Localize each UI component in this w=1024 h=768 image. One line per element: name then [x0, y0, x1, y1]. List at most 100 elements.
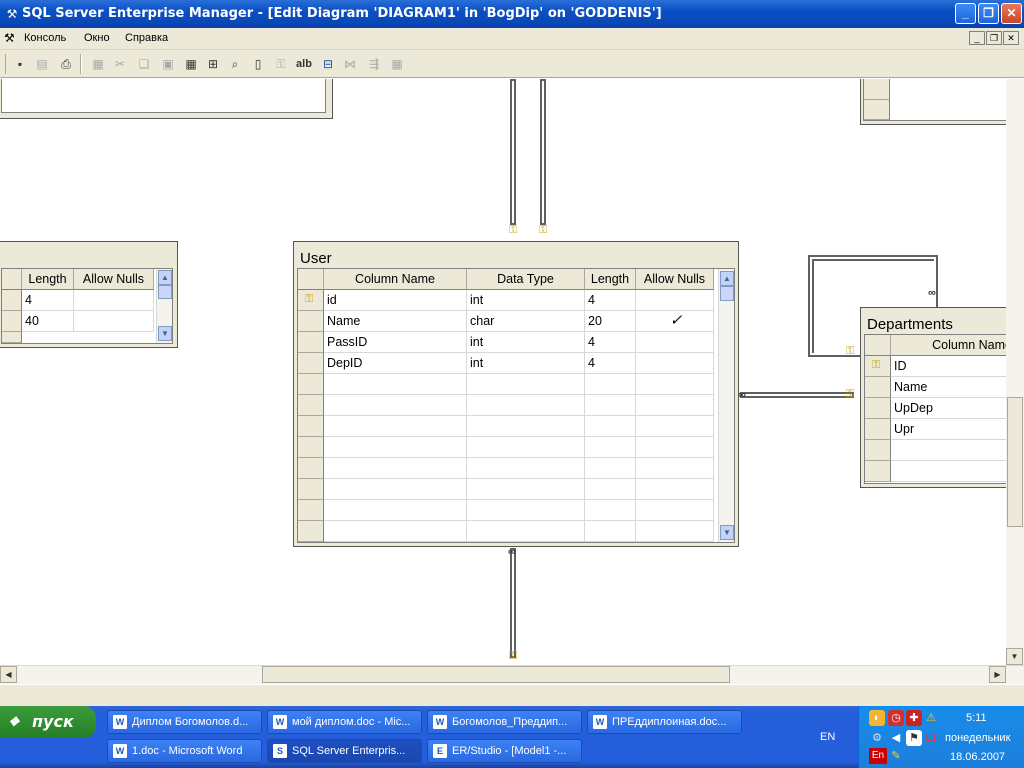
grid-cell[interactable]: [324, 458, 467, 479]
grid-cell[interactable]: [324, 500, 467, 521]
grid-cell[interactable]: [585, 416, 636, 437]
scroll-up-icon[interactable]: ▲: [720, 271, 734, 286]
mdi-restore-button[interactable]: ❐: [986, 31, 1002, 45]
text-annotation-icon[interactable]: alb: [294, 54, 314, 74]
row-selector[interactable]: [865, 440, 891, 461]
row-selector[interactable]: [298, 311, 324, 332]
row-selector[interactable]: [298, 374, 324, 395]
row-selector[interactable]: [865, 419, 891, 440]
menu-help[interactable]: Справка: [125, 32, 168, 44]
row-selector[interactable]: [865, 398, 891, 419]
grid-cell[interactable]: ID: [891, 356, 1006, 377]
top-left-table[interactable]: [0, 79, 333, 119]
grid-cell[interactable]: [585, 395, 636, 416]
grid-cell[interactable]: ✓: [636, 311, 714, 332]
grid-cell[interactable]: [467, 500, 585, 521]
scroll-down-icon[interactable]: ▼: [1006, 648, 1023, 665]
taskbar-button[interactable]: W ПРЕддиплоиная.doc...: [587, 710, 742, 734]
grid-cell[interactable]: [636, 521, 714, 542]
top-right-table[interactable]: [860, 79, 1006, 125]
warning-tray-icon[interactable]: ⚠: [923, 710, 939, 726]
layout-icon[interactable]: ⇶: [364, 54, 384, 74]
primary-key-icon[interactable]: ⚿: [271, 54, 291, 74]
row-selector[interactable]: [298, 521, 324, 542]
taskbar-button[interactable]: W Богомолов_Преддип...: [427, 710, 582, 734]
grid-cell[interactable]: 4: [585, 332, 636, 353]
mdi-close-button[interactable]: ✕: [1003, 31, 1019, 45]
table-scrollbar[interactable]: ▲ ▼: [156, 269, 172, 343]
grid-cell[interactable]: [636, 437, 714, 458]
grid-cell[interactable]: DepID: [324, 353, 467, 374]
grid-cell[interactable]: [467, 521, 585, 542]
scroll-left-icon[interactable]: ◀: [0, 666, 17, 683]
grid-cell[interactable]: int: [467, 353, 585, 374]
row-selector[interactable]: [298, 416, 324, 437]
language-badge[interactable]: En: [869, 748, 887, 764]
row-selector[interactable]: ⚿: [298, 290, 324, 311]
menu-window[interactable]: Окно: [84, 32, 110, 44]
row-selector[interactable]: [298, 395, 324, 416]
grid-cell[interactable]: PassID: [324, 332, 467, 353]
grid-cell[interactable]: [585, 374, 636, 395]
zoom-icon[interactable]: ⌕: [225, 54, 245, 74]
row-selector[interactable]: [865, 461, 891, 482]
language-indicator[interactable]: EN: [820, 731, 835, 743]
grid-cell[interactable]: [585, 521, 636, 542]
grid-cell[interactable]: 4: [585, 290, 636, 311]
left-table[interactable]: Length Allow Nulls 4 40 ▲ ▼: [0, 241, 178, 348]
user-table[interactable]: User Column Name Data Type Length Allow …: [293, 241, 739, 547]
grid-cell[interactable]: Upr: [891, 419, 1006, 440]
grid-cell[interactable]: [324, 395, 467, 416]
grid-cell[interactable]: [636, 353, 714, 374]
table-scrollbar[interactable]: ▲ ▼: [718, 269, 734, 542]
row-selector[interactable]: [298, 458, 324, 479]
new-table-icon[interactable]: ▦: [88, 54, 108, 74]
relationship-line[interactable]: [510, 548, 516, 658]
scroll-down-icon[interactable]: ▼: [720, 525, 734, 540]
network-tray-icon[interactable]: ⚑: [906, 730, 922, 746]
grid-cell[interactable]: [324, 374, 467, 395]
grid-cell[interactable]: Name: [324, 311, 467, 332]
taskbar-button[interactable]: Wмой диплом.doc - Mic...: [267, 710, 422, 734]
copy-icon[interactable]: ❏: [134, 54, 154, 74]
taskbar-button[interactable]: W Диплом Богомолов.d...: [107, 710, 262, 734]
main-vertical-scrollbar[interactable]: ▼: [1006, 79, 1024, 665]
grid-cell[interactable]: Name: [891, 377, 1006, 398]
grid-icon[interactable]: ▦: [387, 54, 407, 74]
grid-cell[interactable]: [324, 437, 467, 458]
pen-tray-icon[interactable]: ✎: [888, 748, 904, 764]
arrange-icon[interactable]: ⋈: [340, 54, 360, 74]
scroll-right-icon[interactable]: ▶: [989, 666, 1006, 683]
scroll-thumb[interactable]: [1007, 397, 1023, 527]
row-selector[interactable]: [298, 500, 324, 521]
mdi-minimize-button[interactable]: _: [969, 31, 985, 45]
grid-cell[interactable]: [324, 479, 467, 500]
row-selector[interactable]: [298, 353, 324, 374]
grid-cell[interactable]: [636, 290, 714, 311]
grid-cell[interactable]: [636, 416, 714, 437]
shield-tray-icon[interactable]: ✚: [906, 710, 922, 726]
grid-cell[interactable]: [585, 437, 636, 458]
grid-cell[interactable]: [585, 458, 636, 479]
taskbar-button[interactable]: S SQL Server Enterpris...: [267, 739, 422, 763]
grid-cell[interactable]: [74, 311, 154, 332]
main-horizontal-scrollbar[interactable]: ◀ ▶: [0, 665, 1024, 684]
grid-cell[interactable]: [636, 479, 714, 500]
grid-cell[interactable]: id: [324, 290, 467, 311]
minimize-button[interactable]: _: [955, 3, 976, 24]
grid-cell[interactable]: [585, 479, 636, 500]
grid-cell[interactable]: [636, 458, 714, 479]
grid-cell[interactable]: [891, 461, 1006, 482]
grid-cell[interactable]: [467, 374, 585, 395]
grid-cell[interactable]: int: [467, 332, 585, 353]
taskbar-button[interactable]: W 1.doc - Microsoft Word: [107, 739, 262, 763]
grid-cell[interactable]: UpDep: [891, 398, 1006, 419]
app2-tray-icon[interactable]: Lt: [923, 730, 939, 746]
grid-cell[interactable]: 4: [22, 290, 74, 311]
volume-tray-icon[interactable]: ◀: [888, 730, 904, 746]
save-icon[interactable]: ▪: [10, 54, 30, 74]
scroll-thumb[interactable]: [262, 666, 730, 683]
row-selector[interactable]: ⚿: [865, 356, 891, 377]
grid-cell[interactable]: [324, 521, 467, 542]
departments-table[interactable]: Departments Column Name ⚿ ID Name UpDep Upr: [860, 307, 1006, 488]
